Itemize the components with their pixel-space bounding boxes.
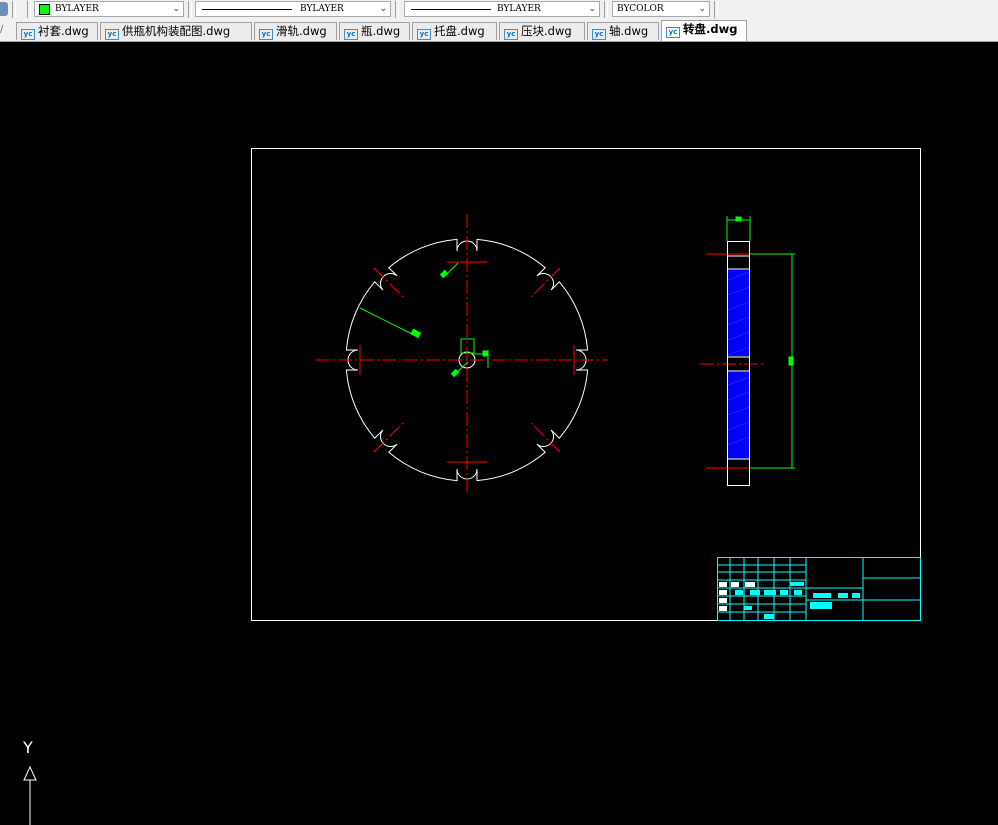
dwg-file-icon: yc [105,29,119,40]
plotstyle-combo[interactable]: BYCOLOR ⌄ [612,1,710,17]
toolbar-separator [188,1,192,18]
tab-yakuai[interactable]: yc 压块.dwg [499,22,585,40]
document-tab-bar: ∕ yc 衬套.dwg yc 供瓶机构装配图.dwg yc 滑轨.dwg yc 瓶.dw… [0,19,998,42]
toolbar-icon[interactable] [0,2,8,16]
slot-5 [374,429,398,453]
toolbar-separator [12,1,16,18]
dwg-file-icon: yc [666,27,680,38]
linetype-preview [202,9,292,10]
tab-zhuanpan[interactable]: yc 转盘.dwg [661,20,747,41]
disc-side-view [726,216,795,486]
chevron-down-icon[interactable]: ⌄ [172,2,180,16]
color-combo-value: BYLAYER [55,4,99,14]
lineweight-preview [411,9,491,10]
lineweight-combo[interactable]: BYLAYER ⌄ [404,1,600,17]
tab-label: 衬套.dwg [38,24,89,38]
dwg-file-icon: yc [592,29,606,40]
lineweight-combo-value: BYLAYER [497,4,541,14]
tab-tuopan[interactable]: yc 托盘.dwg [412,22,497,40]
title-block [717,557,921,621]
chevron-down-icon[interactable]: ⌄ [698,2,706,16]
tab-chentao[interactable]: yc 衬套.dwg [16,22,98,40]
tab-label: 瓶.dwg [361,24,401,38]
tab-label: 压块.dwg [521,24,572,38]
tab-huagui[interactable]: yc 滑轨.dwg [254,22,337,40]
drawing-canvas[interactable]: Y [0,42,998,825]
plotstyle-combo-value: BYCOLOR [617,4,664,14]
tab-zhou[interactable]: yc 轴.dwg [587,22,659,40]
hatch-upper [728,270,749,356]
color-combo[interactable]: BYLAYER ⌄ [34,1,184,17]
slot-1 [536,267,560,291]
tab-label: 轴.dwg [609,24,649,38]
properties-toolbar: BYLAYER ⌄ BYLAYER ⌄ BYLAYER ⌄ BYCOLOR ⌄ [0,0,998,20]
centerlines [316,214,764,495]
dwg-file-icon: yc [504,29,518,40]
toolbar-separator [27,1,31,18]
dwg-file-icon: yc [259,29,273,40]
toolbar-separator [604,1,608,18]
toolbar-separator [395,1,399,18]
ucs-icon [23,765,37,825]
chevron-down-icon[interactable]: ⌄ [588,2,596,16]
tab-label: 托盘.dwg [434,24,485,38]
tab-label: 转盘.dwg [683,22,738,36]
tab-ping[interactable]: yc 瓶.dwg [339,22,410,40]
dwg-file-icon: yc [344,29,358,40]
chevron-down-icon[interactable]: ⌄ [379,2,387,16]
front-dimensions [359,262,489,378]
slot-3 [536,429,560,453]
slot-7 [374,267,398,291]
tab-label: 滑轨.dwg [276,24,327,38]
tab-gongping-assembly[interactable]: yc 供瓶机构装配图.dwg [100,22,252,40]
linetype-combo-value: BYLAYER [300,4,344,14]
tab-label: 供瓶机构装配图.dwg [122,24,231,38]
hatch-lower [728,372,749,459]
linetype-combo[interactable]: BYLAYER ⌄ [195,1,391,17]
dwg-file-icon: yc [21,29,35,40]
dwg-file-icon: yc [417,29,431,40]
toolbar-separator [714,1,718,18]
tab-scroll-left[interactable]: ∕ [0,24,14,39]
color-swatch [39,4,50,15]
ucs-y-label: Y [22,738,33,757]
